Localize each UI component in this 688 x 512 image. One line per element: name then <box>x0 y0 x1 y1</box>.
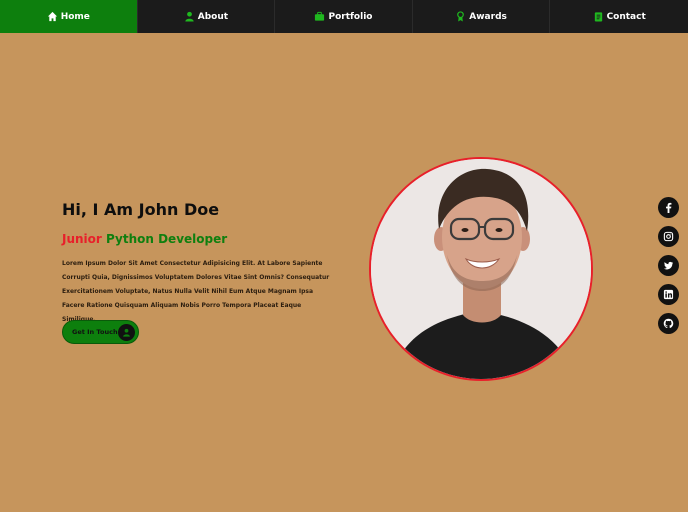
nav-item-label: Awards <box>469 11 507 22</box>
nav-item-label: Contact <box>606 11 646 22</box>
instagram-link[interactable] <box>658 226 679 247</box>
nav-item-label: About <box>197 11 229 22</box>
user-icon <box>118 324 135 341</box>
subtitle-prefix: Junior <box>62 232 102 246</box>
briefcase-icon <box>314 11 325 22</box>
nav-item-about[interactable]: About <box>138 0 276 33</box>
nav-item-awards[interactable]: Awards <box>413 0 551 33</box>
hero-subtitle: Junior Python Developer <box>62 232 227 246</box>
award-icon <box>455 11 466 22</box>
top-nav: Home About Portfolio Awards Contact <box>0 0 688 33</box>
cta-label: Get In Touch <box>72 328 118 336</box>
instagram-icon <box>663 231 674 242</box>
hero-description: Lorem Ipsum Dolor Sit Amet Consectetur A… <box>62 260 330 323</box>
github-link[interactable] <box>658 313 679 334</box>
clipboard-icon <box>593 11 604 22</box>
home-icon <box>47 11 58 22</box>
twitter-link[interactable] <box>658 255 679 276</box>
nav-item-label: Portfolio <box>328 11 373 22</box>
nav-item-home[interactable]: Home <box>0 0 138 33</box>
page-title: Hi, I Am John Doe <box>62 200 220 219</box>
get-in-touch-button[interactable]: Get In Touch <box>62 320 139 344</box>
user-icon <box>184 11 195 22</box>
facebook-link[interactable] <box>658 197 679 218</box>
nav-item-portfolio[interactable]: Portfolio <box>275 0 413 33</box>
nav-item-contact[interactable]: Contact <box>550 0 688 33</box>
facebook-icon <box>663 202 674 213</box>
linkedin-link[interactable] <box>658 284 679 305</box>
subtitle-role: Python Developer <box>106 232 228 246</box>
twitter-icon <box>663 260 674 271</box>
github-icon <box>663 318 674 329</box>
linkedin-icon <box>663 289 674 300</box>
nav-item-label: Home <box>60 11 90 22</box>
profile-photo <box>369 157 593 381</box>
